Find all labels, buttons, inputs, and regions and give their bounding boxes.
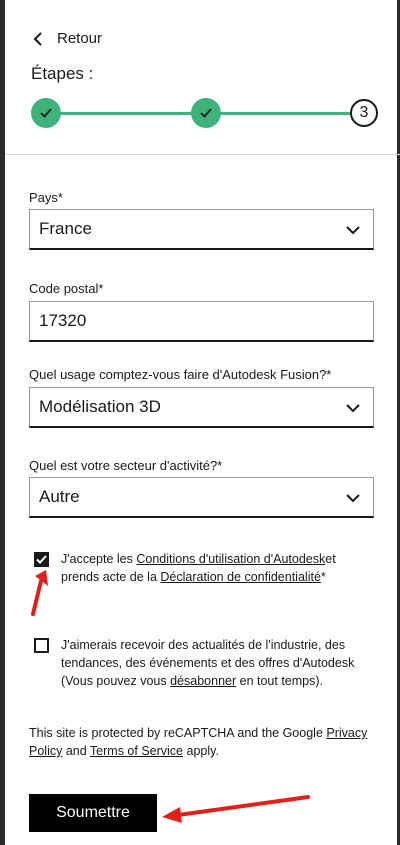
unsubscribe-link[interactable]: désabonner: [170, 674, 236, 688]
terms-text: J'accepte les Conditions d'utilisation d…: [61, 550, 351, 586]
recaptcha-text-part: and: [62, 744, 90, 758]
country-select[interactable]: France: [29, 209, 374, 250]
step-connector: [206, 112, 366, 115]
chevron-left-icon: [31, 31, 47, 47]
recaptcha-text-part: This site is protected by reCAPTCHA and …: [29, 726, 327, 740]
chevron-down-icon: [346, 494, 360, 503]
sector-select[interactable]: Autre: [29, 477, 374, 518]
recaptcha-notice: This site is protected by reCAPTCHA and …: [29, 724, 374, 760]
check-icon: [200, 108, 212, 118]
step-connector: [46, 112, 206, 115]
postal-code-label: Code postal*: [29, 281, 104, 296]
sector-label: Quel est votre secteur d'activité?*: [29, 458, 223, 473]
back-label: Retour: [57, 30, 103, 47]
section-divider: [5, 154, 400, 155]
terms-of-service-link[interactable]: Terms of Service: [90, 744, 183, 758]
recaptcha-text-part: apply.: [183, 744, 219, 758]
terms-consent-row: J'accepte les Conditions d'utilisation d…: [34, 550, 364, 586]
country-value: France: [39, 219, 92, 238]
newsletter-text: J'aimerais recevoir des actualités de l'…: [61, 636, 364, 690]
chevron-down-icon: [346, 226, 360, 235]
terms-text-part: *: [320, 570, 326, 584]
postal-code-input[interactable]: 17320: [29, 301, 374, 342]
privacy-statement-link[interactable]: Déclaration de confidentialité: [160, 570, 321, 584]
terms-checkbox[interactable]: [34, 552, 49, 567]
submit-button[interactable]: Soumettre: [29, 794, 157, 832]
newsletter-checkbox[interactable]: [34, 638, 49, 653]
postal-code-value: 17320: [39, 311, 87, 330]
usage-label: Quel usage comptez-vous faire d'Autodesk…: [29, 367, 332, 382]
newsletter-text-part: en tout temps).: [236, 674, 323, 688]
step-2-complete: [191, 98, 221, 128]
terms-text-part: J'accepte les: [61, 552, 137, 566]
terms-of-use-link[interactable]: Conditions d'utilisation d'Autodesk: [136, 552, 325, 566]
sector-value: Autre: [39, 487, 80, 506]
usage-select[interactable]: Modélisation 3D: [29, 387, 374, 428]
check-icon: [36, 555, 47, 564]
country-label: Pays*: [29, 190, 63, 205]
step-3-current: 3: [350, 99, 378, 127]
steps-title: Étapes :: [31, 64, 94, 83]
chevron-down-icon: [346, 404, 360, 413]
newsletter-consent-row: J'aimerais recevoir des actualités de l'…: [34, 636, 364, 690]
back-link[interactable]: Retour: [31, 30, 102, 47]
step-1-complete: [31, 98, 61, 128]
progress-stepper: 3: [31, 98, 381, 128]
usage-value: Modélisation 3D: [39, 397, 161, 416]
check-icon: [40, 108, 52, 118]
